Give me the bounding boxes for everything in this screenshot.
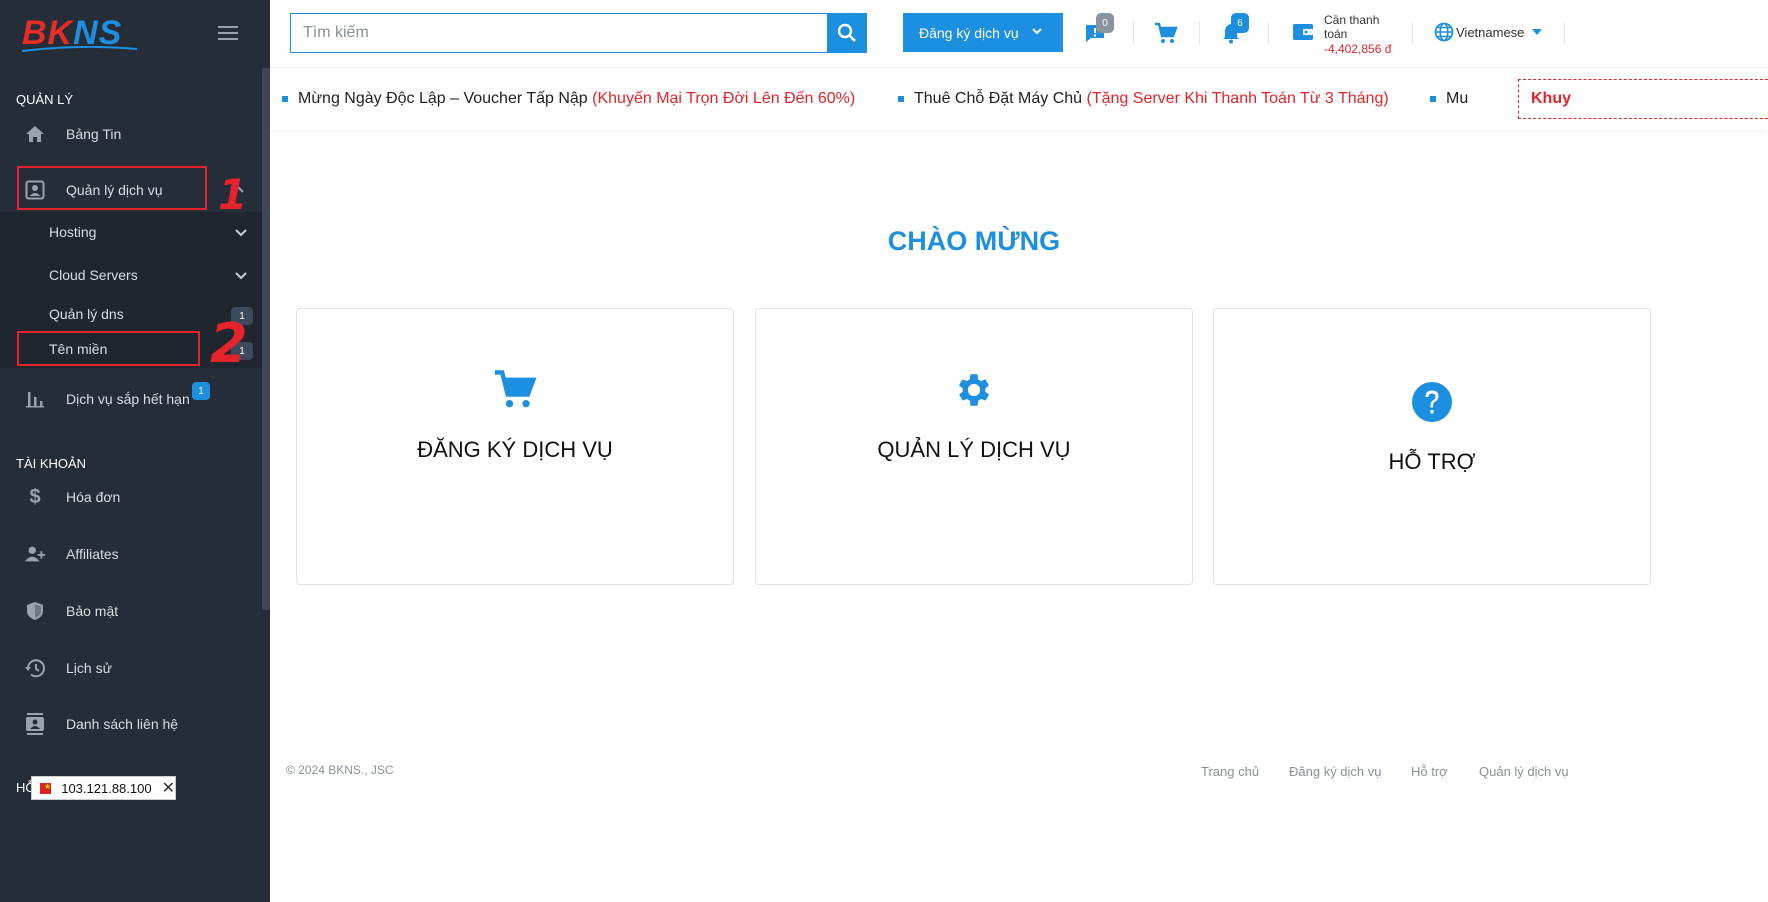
header-divider: [1412, 22, 1413, 44]
language-label: Vietnamese: [1456, 24, 1525, 40]
ticker-item[interactable]: Thuê Chỗ Đặt Máy Chủ (Tặng Server Khi Th…: [898, 90, 1389, 108]
sidebar-item-invoice[interactable]: $ Hóa đơn: [0, 475, 262, 519]
submenu-label: Quản lý dns: [49, 306, 124, 322]
header-divider: [1133, 22, 1134, 44]
footer-link-register[interactable]: Đăng ký dịch vụ: [1289, 764, 1382, 779]
sidebar-item-label: Danh sách liên hệ: [66, 716, 179, 732]
annotation-number-2: 2: [210, 312, 248, 375]
footer-copyright: © 2024 BKNS., JSC: [286, 763, 394, 777]
globe-icon: [1434, 22, 1454, 42]
sidebar-item-contacts[interactable]: Danh sách liên hệ: [0, 702, 262, 746]
card-support[interactable]: HỖ TRỢ: [1213, 308, 1651, 585]
history-icon: [24, 657, 46, 679]
submenu-item-hosting[interactable]: Hosting: [0, 215, 262, 249]
card-title: ĐĂNG KÝ DỊCH VỤ: [417, 437, 613, 462]
sidebar-item-label: Bảo mật: [66, 603, 119, 619]
sidebar-item-label: Dịch vụ sắp hết hạn: [66, 391, 190, 407]
chevron-down-icon: [1032, 28, 1042, 35]
submenu-label: Cloud Servers: [49, 267, 138, 283]
card-title: HỖ TRỢ: [1388, 449, 1476, 474]
user-plus-icon: [24, 543, 46, 565]
welcome-heading: CHÀO MỪNG: [887, 226, 1061, 256]
tickets-badge: 0: [1096, 13, 1114, 33]
card-register-service[interactable]: ĐĂNG KÝ DỊCH VỤ: [296, 308, 734, 585]
register-service-button[interactable]: Đăng ký dịch vụ: [903, 13, 1063, 52]
header-divider: [1268, 22, 1269, 44]
bar-chart-icon: [24, 388, 46, 410]
ticker-item[interactable]: Mừng Ngày Độc Lập – Voucher Tấp Nập (Khu…: [282, 90, 855, 108]
help-icon: [1214, 381, 1650, 423]
ticker-text: Mu: [1446, 90, 1469, 107]
annotation-number-1: 1: [218, 170, 248, 219]
ticker-highlight: (Khuyến Mại Trọn Đời Lên Đến 60%): [592, 90, 856, 107]
expiring-count-badge: 1: [192, 382, 210, 400]
sidebar-scrollbar[interactable]: [262, 68, 270, 610]
submenu-label: Hosting: [49, 224, 97, 240]
bullet-icon: [898, 95, 904, 102]
cart-icon: [297, 367, 733, 411]
register-service-label: Đăng ký dịch vụ: [919, 24, 1019, 41]
vietnam-flag-icon: [40, 782, 51, 794]
card-title: QUẢN LÝ DỊCH VỤ: [877, 437, 1071, 462]
ticker-text: Mừng Ngày Độc Lập – Voucher Tấp Nập: [298, 90, 588, 107]
menu-toggle-icon[interactable]: [218, 26, 238, 42]
section-title-account: TÀI KHOẢN: [16, 456, 87, 471]
annotation-box-1: [17, 166, 207, 210]
sidebar: BKNS QUẢN LÝ Bảng Tin Quản lý dịch vụ Ho…: [0, 0, 270, 902]
shield-icon: [24, 600, 46, 622]
footer-link-manage[interactable]: Quản lý dịch vụ: [1479, 764, 1569, 779]
close-icon[interactable]: ✕: [162, 778, 175, 798]
ticker-text: Thuê Chỗ Đặt Máy Chủ: [914, 90, 1083, 107]
chevron-down-icon: [235, 272, 247, 280]
bullet-icon: [282, 95, 288, 102]
top-header: Đăng ký dịch vụ 0 6 Cần thanh toán -4,40…: [270, 0, 1768, 68]
balance-value: -4,402,856 đ: [1324, 42, 1392, 56]
bullet-icon: [1430, 95, 1436, 102]
search-button[interactable]: [827, 13, 867, 53]
header-divider: [1564, 22, 1565, 44]
ticker-item[interactable]: Mu: [1430, 90, 1468, 108]
sidebar-item-expiring[interactable]: Dịch vụ sắp hết hạn 1: [0, 377, 262, 421]
notifications-badge: 6: [1231, 13, 1249, 33]
balance-label: Cần thanh toán: [1324, 13, 1380, 41]
sidebar-item-affiliates[interactable]: Affiliates: [0, 532, 262, 576]
promo-banner[interactable]: Khuy: [1518, 79, 1768, 119]
home-icon: [24, 123, 46, 145]
annotation-box-2: [17, 331, 200, 366]
contacts-icon: [24, 713, 46, 735]
section-title-manage: QUẢN LÝ: [16, 92, 74, 107]
submenu-item-cloud-servers[interactable]: Cloud Servers: [0, 258, 262, 292]
sidebar-item-label: Hóa đơn: [66, 489, 121, 505]
ip-address: 103.121.88.100: [61, 780, 152, 796]
search-icon: [837, 23, 856, 42]
sidebar-item-history[interactable]: Lịch sử: [0, 646, 262, 690]
cart-icon[interactable]: [1153, 20, 1179, 46]
sidebar-item-label: Affiliates: [66, 546, 119, 562]
caret-down-icon: [1532, 29, 1543, 35]
search-input[interactable]: [290, 13, 827, 53]
ip-widget: 103.121.88.100 ✕: [31, 776, 176, 800]
ticker-highlight: (Tặng Server Khi Thanh Toán Từ 3 Tháng): [1086, 90, 1389, 107]
footer-link-home[interactable]: Trang chủ: [1201, 764, 1259, 779]
card-manage-service[interactable]: QUẢN LÝ DỊCH VỤ: [755, 308, 1193, 585]
footer-link-support[interactable]: Hỗ trợ: [1411, 764, 1448, 779]
wallet-icon: [1293, 24, 1313, 40]
sidebar-item-label: Lịch sử: [66, 660, 112, 676]
news-ticker: Mừng Ngày Độc Lập – Voucher Tấp Nập (Khu…: [270, 68, 1768, 130]
header-divider: [1199, 22, 1200, 44]
chevron-down-icon: [235, 229, 247, 237]
sidebar-item-news[interactable]: Bảng Tin: [0, 112, 262, 156]
sidebar-item-label: Bảng Tin: [66, 126, 122, 142]
language-selector[interactable]: Vietnamese: [1434, 22, 1543, 42]
dollar-icon: $: [29, 485, 41, 508]
sidebar-item-security[interactable]: Bảo mật: [0, 589, 262, 633]
logo-swoosh: [22, 46, 137, 52]
gear-icon: [756, 369, 1192, 411]
